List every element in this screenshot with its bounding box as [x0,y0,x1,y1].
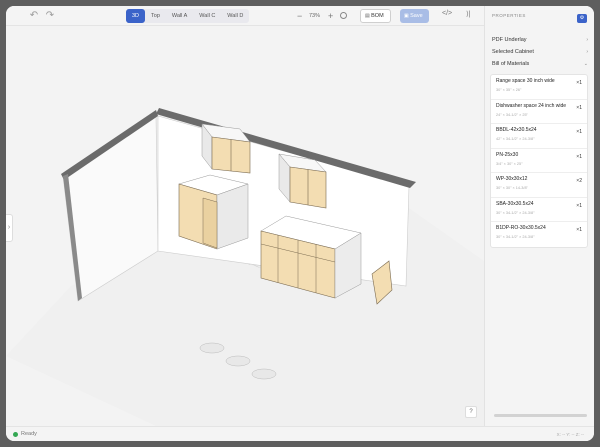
chevron-right-icon: › [586,49,588,55]
list-item[interactable]: Dishwasher space 24 inch wide 24" × 34-1… [491,100,587,124]
gear-icon[interactable]: ⚙ [577,14,587,23]
room-3d-render [6,108,484,426]
properties-panel: PROPERTIES ⚙ PDF Underlay › Selected Cab… [484,6,594,426]
section-label: PDF Underlay [492,37,527,43]
bom-item-quantity: ×2 [576,178,582,184]
help-button[interactable]: ? [465,406,477,418]
bom-item-dimensions: 42" × 34-1/2" × 24-3/8" [496,137,535,141]
bom-button[interactable]: ▤ BOM [360,9,391,23]
bom-item-quantity: ×1 [576,80,582,86]
list-item[interactable]: PN-25x30 3/4" × 30" × 25" ×1 [491,149,587,173]
bom-item-name: BBDL-42x30.5x24 [496,127,537,133]
bom-button-label: BOM [371,13,384,19]
list-item[interactable]: BBDL-42x30.5x24 42" × 34-1/2" × 24-3/8" … [491,124,587,149]
bom-item-quantity: ×1 [576,227,582,233]
bom-item-dimensions: 3/4" × 30" × 25" [496,161,523,166]
bom-item-name: Dishwasher space 24 inch wide [496,102,567,109]
tab-wall-c[interactable]: Wall C [193,9,221,23]
section-label: Bill of Materials [492,61,530,67]
bom-item-name: PN-25x30 [496,151,519,158]
list-item[interactable]: SBA-30x30.5x24 30" × 34-1/2" × 24-3/8" ×… [491,198,587,222]
code-icon[interactable]: </> [442,10,452,17]
bom-item-quantity: ×1 [576,202,582,209]
chevron-right-icon: › [586,37,588,43]
fit-view-icon[interactable] [340,12,347,19]
expand-left-panel-button[interactable]: › [6,214,13,242]
bom-item-name: Range space 30 inch wide [496,78,555,84]
chevron-down-icon: ⌄ [583,61,588,67]
status-bar: Ready X: -- Y: -- Z: -- [6,426,594,441]
panel-title: PROPERTIES [492,13,526,18]
collapse-panel-icon[interactable]: ⟩| [466,10,471,18]
bom-item-dimensions: 30" × 34-1/2" × 24-3/8" [496,235,535,239]
upper-cabinet-left [201,123,251,174]
bom-item-quantity: ×1 [576,129,582,135]
tab-wall-a[interactable]: Wall A [166,9,193,23]
toolbar: ↶ ↷ 3D Top Wall A Wall C Wall D − 73% + … [6,6,484,26]
list-item[interactable]: B1DP-RO-30x30.5x24 30" × 34-1/2" × 24-3/… [491,222,587,247]
zoom-out-button[interactable]: − [297,10,302,22]
save-button-label: Save [410,13,423,19]
app-window: ↶ ↷ 3D Top Wall A Wall C Wall D − 73% + … [6,6,594,441]
status-indicator-icon [13,432,18,437]
status-text: Ready [21,431,37,437]
bom-list: Range space 30 inch wide 30" × 35" × 26"… [490,74,588,248]
section-selected-cabinet[interactable]: Selected Cabinet › [492,47,588,57]
bom-item-dimensions: 30" × 35" × 26" [496,88,522,92]
base-cabinet-left [178,174,249,250]
tab-3d[interactable]: 3D [126,9,146,23]
bom-item-dimensions: 30" × 34-1/2" × 24-3/8" [496,210,535,215]
list-item[interactable]: Range space 30 inch wide 30" × 35" × 26"… [491,75,587,100]
list-item[interactable]: WP-30x30x12 30" × 30" × 14-3/8" ×2 [491,173,587,198]
section-pdf-underlay[interactable]: PDF Underlay › [492,35,588,45]
tab-wall-d[interactable]: Wall D [221,9,249,23]
bom-item-name: WP-30x30x12 [496,176,528,182]
redo-icon[interactable]: ↷ [44,10,56,22]
panel-scrollbar[interactable] [494,414,587,417]
3d-viewport[interactable]: › ? [6,26,484,426]
save-button[interactable]: ▣ Save [400,9,429,23]
section-bill-of-materials[interactable]: Bill of Materials ⌄ [492,59,588,69]
cursor-coordinates: X: -- Y: -- Z: -- [556,432,584,437]
zoom-in-button[interactable]: + [328,10,333,22]
bom-item-quantity: ×1 [576,153,582,160]
bom-item-name: B1DP-RO-30x30.5x24 [496,225,546,231]
section-label: Selected Cabinet [492,49,534,55]
bom-item-name: SBA-30x30.5x24 [496,200,534,207]
bom-item-dimensions: 24" × 34-1/2" × 25" [496,112,528,117]
bom-item-quantity: ×1 [576,104,582,111]
undo-icon[interactable]: ↶ [28,10,40,22]
view-tabs: 3D Top Wall A Wall C Wall D [126,9,250,23]
bom-item-dimensions: 30" × 30" × 14-3/8" [496,186,528,190]
zoom-level: 73% [309,13,321,19]
tab-top[interactable]: Top [145,9,166,23]
